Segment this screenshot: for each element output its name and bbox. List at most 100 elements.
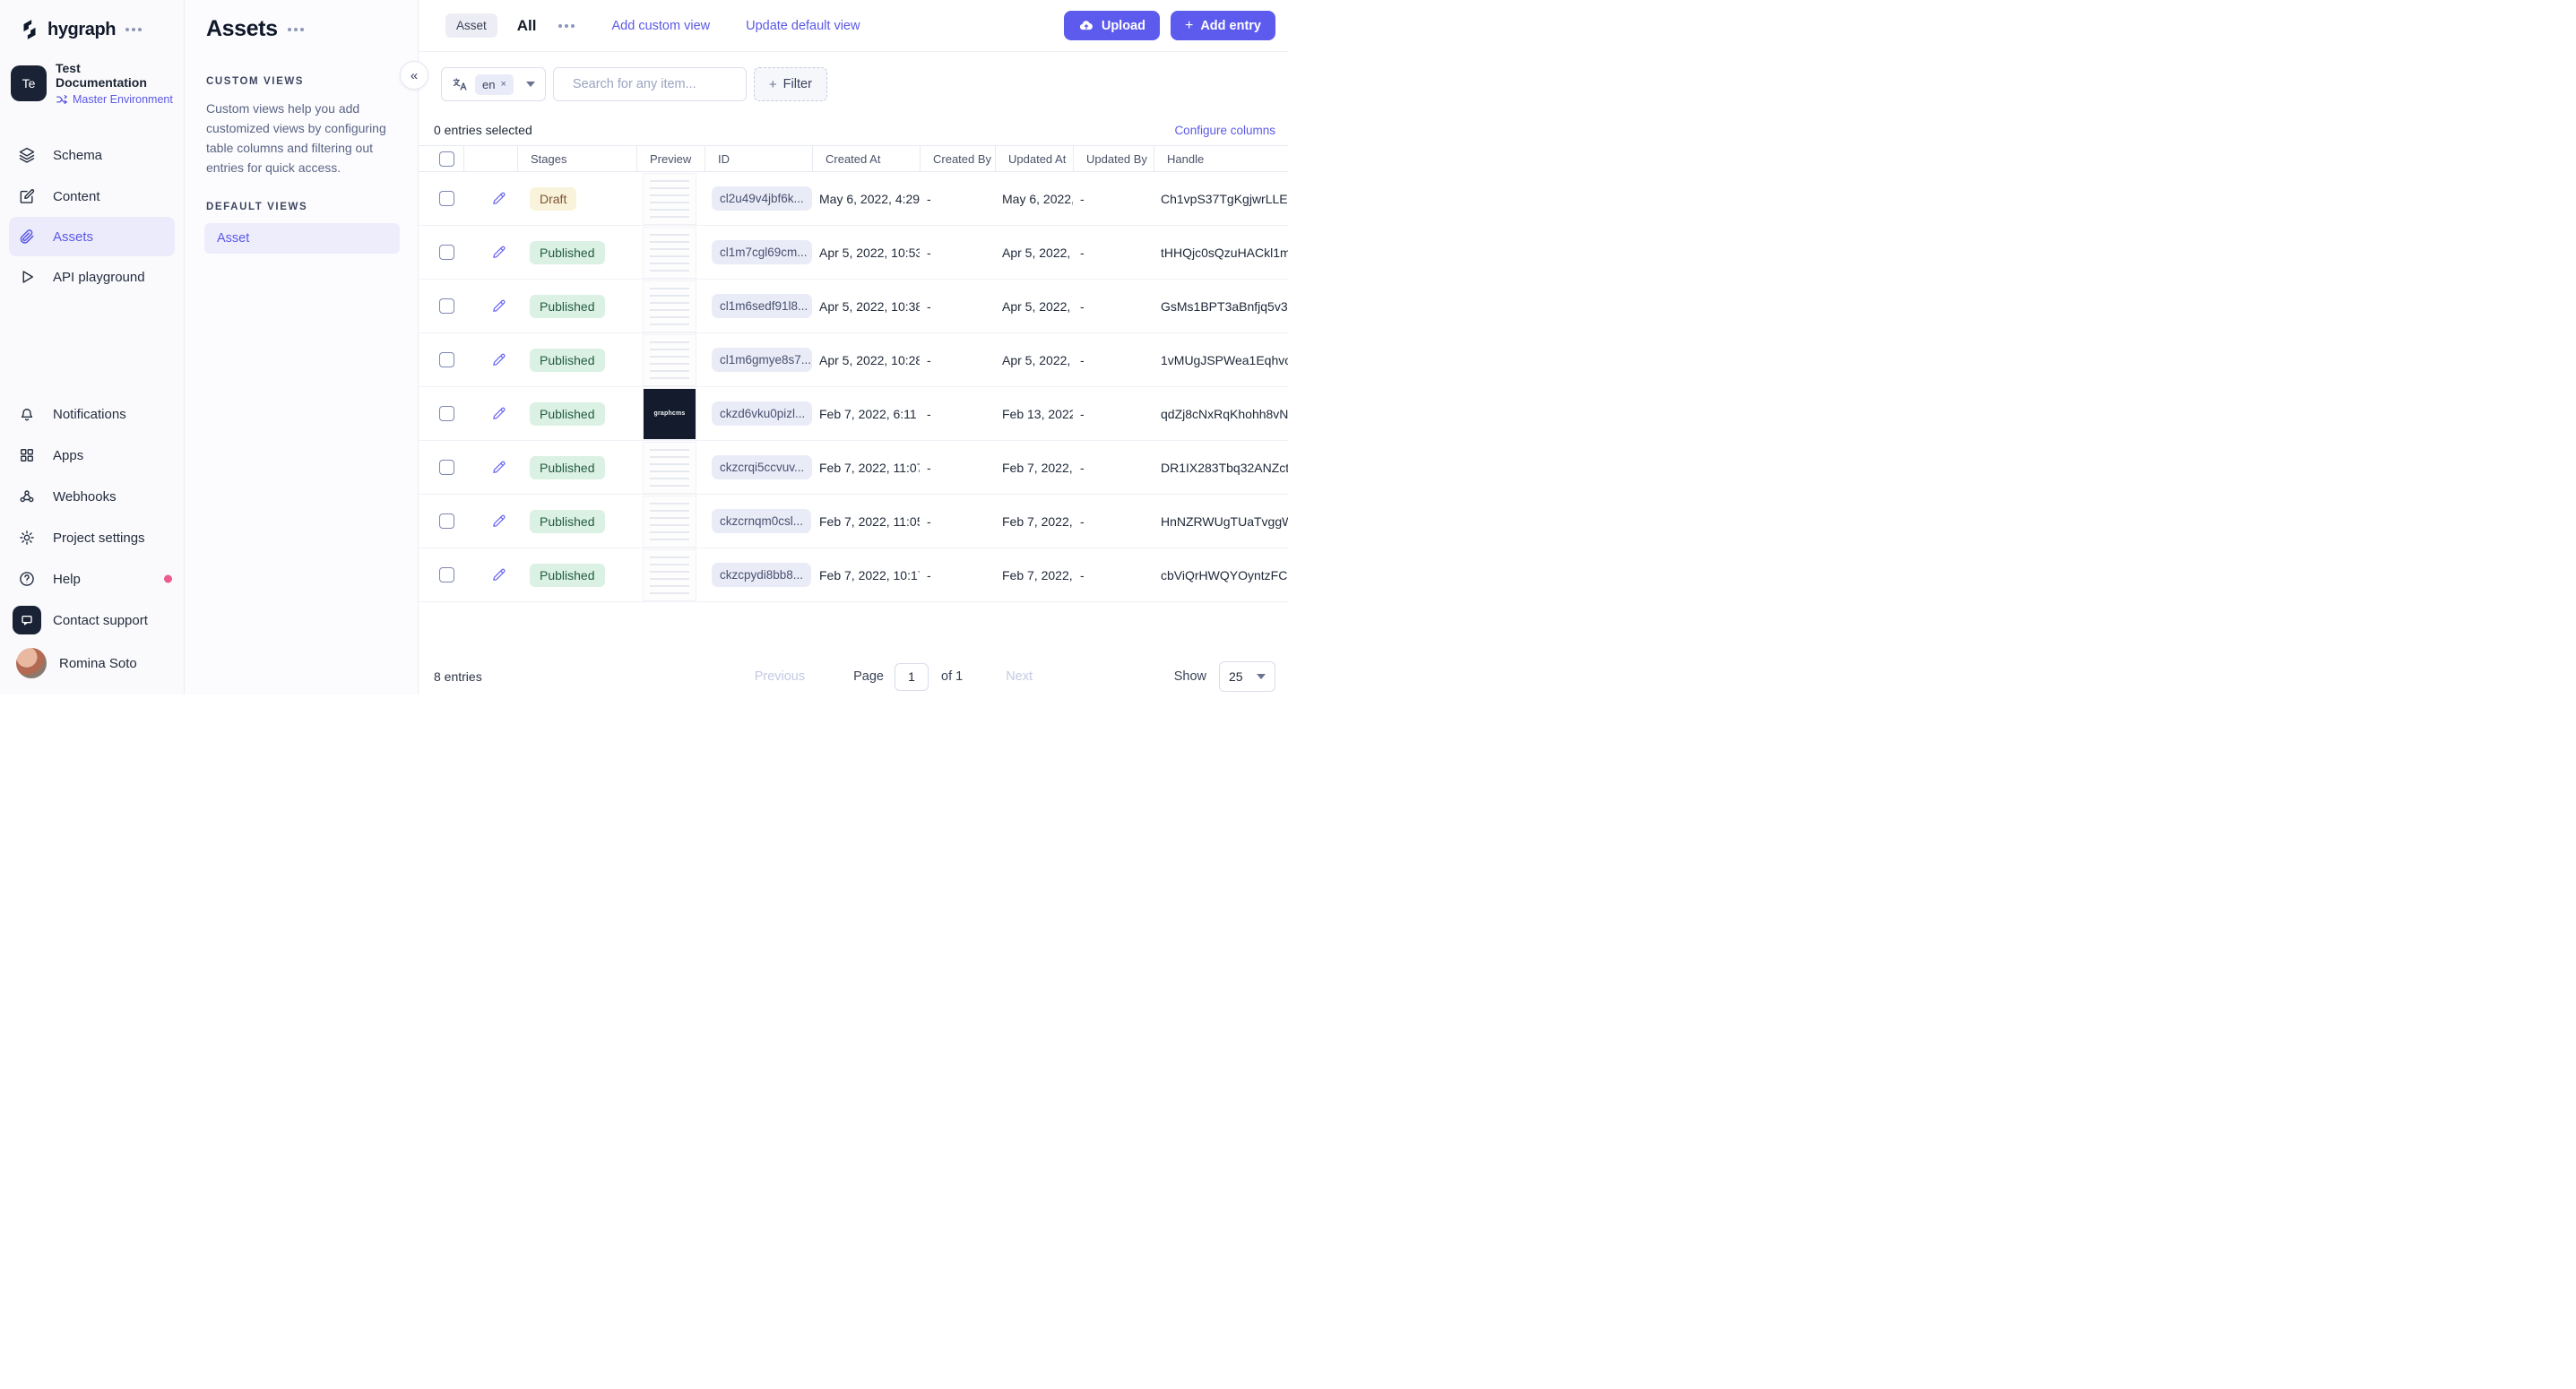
row-checkbox[interactable] [439,245,454,260]
filter-bar: en × + Filter [419,52,1288,116]
remove-locale-icon[interactable]: × [500,79,506,90]
edit-pencil-icon[interactable] [490,405,507,422]
sidebar-item-schema[interactable]: Schema [0,134,184,176]
asset-preview-thumbnail[interactable] [644,227,696,278]
default-view-item-asset[interactable]: Asset [204,222,400,254]
add-entry-button[interactable]: + Add entry [1170,11,1275,40]
column-header-created-at[interactable]: Created At [812,146,920,171]
chat-icon [13,606,41,634]
view-tab-all[interactable]: All [517,17,537,35]
sidebar-item-content[interactable]: Content [0,176,184,217]
sidebar-item-label: Apps [53,447,84,463]
asset-preview-thumbnail[interactable] [644,496,696,547]
update-default-view-link[interactable]: Update default view [746,19,860,33]
row-checkbox[interactable] [439,513,454,529]
edit-header-cell [463,146,517,171]
search-input[interactable] [572,77,740,91]
asset-preview-thumbnail[interactable] [644,549,696,600]
entry-id-chip: ckzcpydi8bb8... [712,563,812,587]
column-header-updated-at[interactable]: Updated At [995,146,1073,171]
updated-at-cell: Apr 5, 2022, [1002,352,1071,367]
views-menu-dots[interactable] [287,27,304,31]
pagination-bar: 8 entries Previous Page of 1 Next Show 2… [419,659,1288,694]
locale-selector[interactable]: en × [441,67,546,101]
column-header-updated-by[interactable]: Updated By [1073,146,1154,171]
edit-pencil-icon[interactable] [490,566,507,583]
column-header-preview[interactable]: Preview [636,146,705,171]
user-menu[interactable]: Romina Soto [0,641,184,686]
webhook-icon [20,490,34,503]
add-filter-button[interactable]: + Filter [753,67,827,101]
project-switcher[interactable]: Te Test Documentation Master Environment [11,61,173,106]
sidebar-item-project-settings[interactable]: Project settings [0,517,184,558]
edit-pencil-icon[interactable] [490,513,507,530]
show-label: Show [1173,669,1206,684]
main-content: « Asset All Add custom view Update defau… [400,0,1288,694]
sidebar-item-label: Contact support [53,612,148,628]
table-row: Published ckzcrqi5ccvuv... Feb 7, 2022, … [419,441,1288,495]
page-number-input[interactable] [895,662,929,691]
edit-pencil-icon[interactable] [490,244,507,261]
sidebar-item-assets[interactable]: Assets [9,217,175,256]
translate-icon [453,78,467,91]
edit-pencil-icon[interactable] [490,190,507,207]
page-size-select[interactable]: 25 [1219,661,1275,692]
updated-by-cell: - [1080,406,1085,421]
column-header-stages[interactable]: Stages [517,146,636,171]
table-row: Published cl1m6gmye8s7... Apr 5, 2022, 1… [419,333,1288,387]
created-at-cell: Apr 5, 2022, 10:53 [819,245,920,260]
page-size-value: 25 [1229,669,1243,684]
default-views-label: DEFAULT VIEWS [206,201,308,212]
created-by-cell: - [927,406,931,421]
collapse-panel-button[interactable]: « [400,61,428,90]
brand-menu-dots[interactable] [125,28,143,31]
handle-cell: GsMs1BPT3aBnfjq5v3 [1161,298,1288,314]
sidebar-footer-nav: Notifications Apps Webhooks Project sett… [0,393,184,694]
filter-button-label: Filter [782,77,812,91]
model-tab-asset[interactable]: Asset [445,13,497,38]
sidebar-item-apps[interactable]: Apps [0,435,184,476]
row-checkbox[interactable] [439,567,454,582]
sidebar-item-help[interactable]: Help [0,558,184,600]
edit-pencil-icon[interactable] [490,298,507,315]
select-all-checkbox[interactable] [439,151,454,167]
upload-button[interactable]: Upload [1063,11,1160,40]
configure-columns-link[interactable]: Configure columns [1174,124,1275,137]
updated-by-cell: - [1080,567,1085,582]
row-checkbox[interactable] [439,352,454,367]
edit-pencil-icon[interactable] [490,459,507,476]
row-checkbox[interactable] [439,191,454,206]
next-page-button[interactable]: Next [1006,669,1033,684]
row-checkbox[interactable] [439,460,454,475]
handle-cell: HnNZRWUgTUaTvggW [1161,513,1288,529]
created-at-cell: Apr 5, 2022, 10:28 [819,352,920,367]
asset-preview-thumbnail[interactable] [644,334,696,385]
row-checkbox[interactable] [439,406,454,421]
edit-pencil-icon[interactable] [490,351,507,368]
asset-preview-thumbnail[interactable] [644,442,696,493]
updated-by-cell: - [1080,298,1085,314]
asset-preview-thumbnail[interactable] [644,173,696,224]
handle-cell: DR1IX283Tbq32ANZct [1161,460,1288,475]
sidebar-item-label: Webhooks [53,488,117,505]
sidebar-nav: Schema Content Assets API playground [0,134,184,298]
table-header: Stages Preview ID Created At Created By … [419,145,1288,172]
column-header-id[interactable]: ID [705,146,812,171]
asset-preview-thumbnail[interactable] [644,280,696,332]
asset-preview-thumbnail[interactable]: graphcms [644,388,696,439]
sidebar-item-webhooks[interactable]: Webhooks [0,476,184,517]
sidebar-item-notifications[interactable]: Notifications [0,393,184,435]
view-options-dots[interactable] [558,23,575,28]
created-at-cell: Feb 7, 2022, 11:07 [819,460,920,475]
sidebar-item-contact-support[interactable]: Contact support [0,600,184,641]
environment-selector[interactable]: Master Environment [56,93,173,106]
add-custom-view-link[interactable]: Add custom view [612,19,711,33]
column-header-created-by[interactable]: Created By [920,146,995,171]
created-at-cell: Feb 7, 2022, 6:11 P [819,406,920,421]
row-checkbox[interactable] [439,298,454,314]
previous-page-button[interactable]: Previous [755,669,805,684]
locale-chip[interactable]: en × [475,73,514,95]
stage-badge: Published [530,294,605,318]
column-header-handle[interactable]: Handle [1154,146,1288,171]
sidebar-item-api-playground[interactable]: API playground [0,256,184,298]
